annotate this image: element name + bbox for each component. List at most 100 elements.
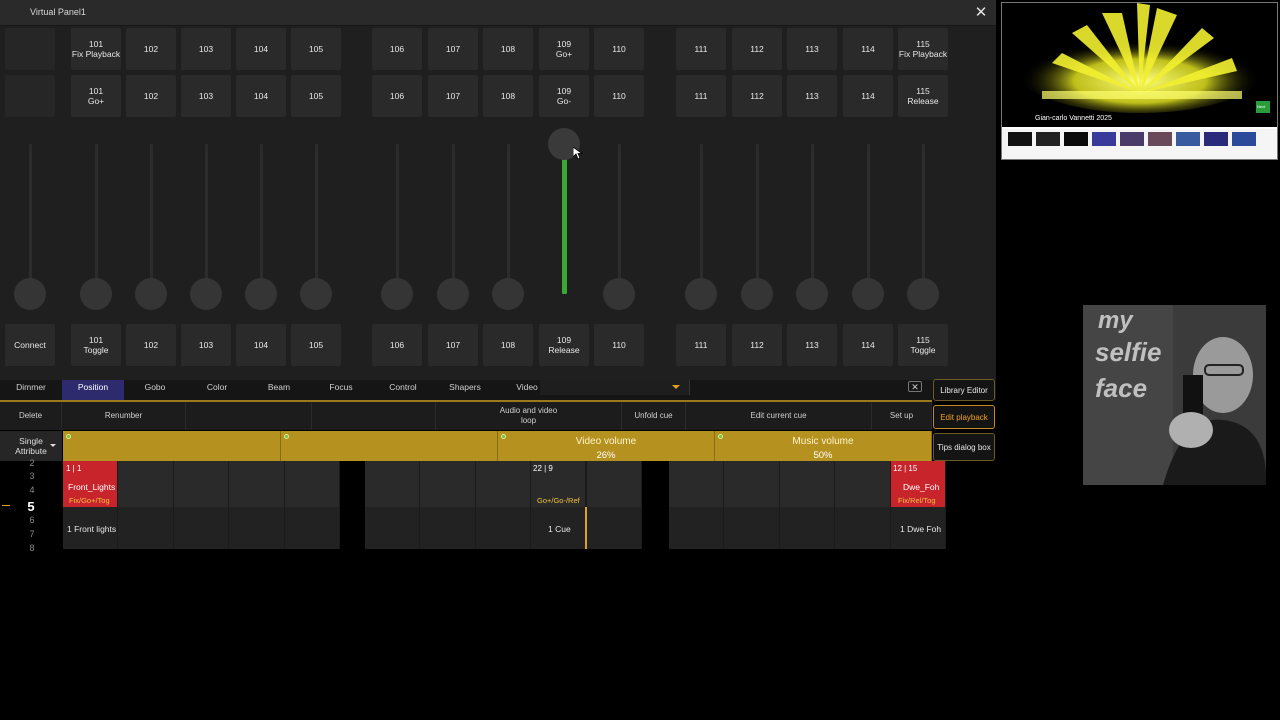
fader-track[interactable] — [756, 144, 759, 294]
page-number[interactable]: 5 — [24, 499, 38, 514]
page-number[interactable]: 6 — [25, 515, 39, 525]
fader-knob[interactable] — [492, 278, 524, 310]
executor-button-bottom-15[interactable]: 114 — [843, 324, 893, 366]
fader-track[interactable] — [315, 144, 318, 294]
fader-track[interactable] — [29, 144, 32, 294]
library-editor-button[interactable]: Library Editor — [933, 379, 995, 401]
executor-button-mid-13[interactable]: 112 — [732, 75, 782, 117]
page-number[interactable]: 2 — [25, 458, 39, 468]
executor-button-bottom-10[interactable]: 109 Release — [539, 324, 589, 366]
fader-track[interactable] — [867, 144, 870, 294]
fader-track[interactable] — [150, 144, 153, 294]
executor-button-mid-9[interactable]: 108 — [483, 75, 533, 117]
executor-button-top-2[interactable]: 101 Fix Playback — [71, 28, 121, 70]
close-icon[interactable]: ✕ — [970, 3, 992, 23]
executor-button-mid-15[interactable]: 114 — [843, 75, 893, 117]
window-titlebar[interactable]: Virtual Panel1 ✕ — [0, 0, 996, 26]
executor-button-mid-11[interactable]: 110 — [594, 75, 644, 117]
chevron-down-icon[interactable] — [672, 385, 680, 389]
executor-button-mid-8[interactable]: 107 — [428, 75, 478, 117]
fader-track[interactable] — [618, 144, 621, 294]
executor-button-bottom-1[interactable]: Connect — [5, 324, 55, 366]
tab-beam[interactable]: Beam — [248, 380, 310, 400]
slide-thumb[interactable] — [1204, 132, 1228, 146]
executor-cell[interactable] — [420, 461, 476, 507]
function-button-6[interactable]: Unfold cue — [622, 402, 686, 430]
fader-track[interactable] — [452, 144, 455, 294]
executor-button-top-14[interactable]: 113 — [787, 28, 837, 70]
executor-cue-cell[interactable] — [669, 507, 725, 549]
executor-cell[interactable] — [475, 461, 532, 507]
slide-thumb[interactable] — [1036, 132, 1060, 146]
executor-cell[interactable] — [779, 461, 836, 507]
executor-button-bottom-3[interactable]: 102 — [126, 324, 176, 366]
executor-button-bottom-5[interactable]: 104 — [236, 324, 286, 366]
fader-knob[interactable] — [245, 278, 277, 310]
executor-cue-cell[interactable] — [475, 507, 532, 549]
volume-bar-3[interactable]: Video volume 26% — [498, 431, 715, 461]
fader-knob[interactable] — [381, 278, 413, 310]
executor-cell[interactable] — [173, 461, 230, 507]
fader-knob[interactable] — [300, 278, 332, 310]
category-dropdown[interactable] — [540, 380, 690, 395]
fader-knob[interactable] — [685, 278, 717, 310]
edit-playback-button[interactable]: Edit playback — [933, 405, 995, 429]
function-button-8[interactable]: Set up — [872, 402, 932, 430]
executor-button-top-10[interactable]: 109 Go+ — [539, 28, 589, 70]
executor-foh[interactable]: 12 | 15 Dwe_Foh Fix/Rel/Tog — [891, 461, 946, 507]
fader-track[interactable] — [396, 144, 399, 294]
executor-button-top-13[interactable]: 112 — [732, 28, 782, 70]
fader-track[interactable] — [205, 144, 208, 294]
function-button-2[interactable]: Renumber — [62, 402, 186, 430]
executor-button-top-8[interactable]: 107 — [428, 28, 478, 70]
fader-knob[interactable] — [796, 278, 828, 310]
executor-cue-cell[interactable] — [724, 507, 780, 549]
executor-button-bottom-8[interactable]: 107 — [428, 324, 478, 366]
fader-track[interactable] — [260, 144, 263, 294]
executor-button-mid-6[interactable]: 105 — [291, 75, 341, 117]
tab-color[interactable]: Color — [186, 380, 248, 400]
executor-cue-cell[interactable] — [229, 507, 285, 549]
tips-dialog-button[interactable]: Tips dialog box — [933, 433, 995, 461]
executor-cue-cell[interactable] — [365, 507, 421, 549]
executor-cue-cell[interactable] — [835, 507, 891, 549]
tab-control[interactable]: Control — [372, 380, 434, 400]
executor-button-bottom-2[interactable]: 101 Toggle — [71, 324, 121, 366]
executor-cue-cell[interactable] — [118, 507, 174, 549]
function-button-4[interactable] — [312, 402, 436, 430]
executor-button-top-3[interactable]: 102 — [126, 28, 176, 70]
page-selector[interactable]: 2 3 4 56 7 8 — [0, 458, 62, 553]
executor-cell[interactable] — [669, 461, 725, 507]
fader-track[interactable] — [922, 144, 925, 294]
slide-thumb[interactable] — [1008, 132, 1032, 146]
tab-focus[interactable]: Focus — [310, 380, 372, 400]
page-number[interactable]: 3 — [25, 471, 39, 481]
executor-button-top-5[interactable]: 104 — [236, 28, 286, 70]
fader-knob[interactable] — [852, 278, 884, 310]
executor-button-mid-12[interactable]: 111 — [676, 75, 726, 117]
executor-button-top-9[interactable]: 108 — [483, 28, 533, 70]
slide-thumb[interactable] — [1120, 132, 1144, 146]
volume-bar-2[interactable] — [281, 431, 498, 461]
executor-button-top-4[interactable]: 103 — [181, 28, 231, 70]
executor-button-top-1[interactable] — [5, 28, 55, 70]
executor-cue-cell[interactable] — [173, 507, 230, 549]
executor-cell[interactable] — [835, 461, 891, 507]
tab-shapers[interactable]: Shapers — [434, 380, 496, 400]
fader-knob[interactable] — [14, 278, 46, 310]
fader-knob[interactable] — [907, 278, 939, 310]
executor-cell[interactable] — [229, 461, 285, 507]
executor-button-mid-16[interactable]: 115 Release — [898, 75, 948, 117]
fader-knob[interactable] — [135, 278, 167, 310]
fader-knob[interactable] — [80, 278, 112, 310]
fader-knob[interactable] — [741, 278, 773, 310]
slide-thumb[interactable] — [1092, 132, 1116, 146]
executor-cue-cell[interactable] — [586, 507, 642, 549]
fader-knob[interactable] — [437, 278, 469, 310]
page-number[interactable]: 7 — [25, 529, 39, 539]
executor-button-top-16[interactable]: 115 Fix Playback — [898, 28, 948, 70]
tab-position[interactable]: Position — [62, 380, 124, 400]
volume-bar-4[interactable]: Music volume 50% — [715, 431, 932, 461]
executor-button-mid-7[interactable]: 106 — [372, 75, 422, 117]
executor-cell[interactable] — [284, 461, 340, 507]
